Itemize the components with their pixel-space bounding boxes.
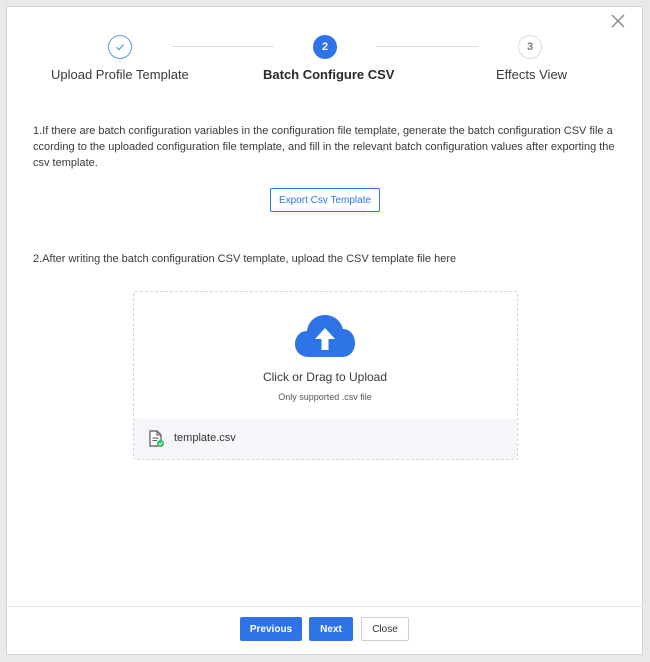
upload-title: Click or Drag to Upload (262, 370, 388, 384)
upload-hint: Only supported .csv file (278, 392, 372, 402)
step-3-circle: 3 (518, 35, 542, 59)
step-1-label: Upload Profile Template (51, 67, 189, 82)
export-csv-template-button[interactable]: Export Csv Template (270, 188, 380, 212)
step1-instructions: 1.If there are batch configuration varia… (33, 125, 615, 169)
step-3-number: 3 (526, 41, 534, 53)
step2-instructions: 2.After writing the batch configuration … (33, 253, 457, 265)
step-connector-1 (172, 46, 274, 47)
step-2-circle: 2 (313, 35, 337, 59)
cloud-upload-icon (295, 315, 355, 357)
check-icon (116, 44, 124, 51)
previous-button[interactable]: Previous (240, 617, 302, 641)
footer-divider (6, 606, 643, 607)
step-2-number: 2 (321, 41, 329, 53)
uploaded-file-name: template.csv (174, 432, 236, 444)
step-connector-2 (376, 46, 478, 47)
step-1-circle (108, 35, 132, 59)
close-icon[interactable] (610, 13, 626, 29)
step-2-label: Batch Configure CSV (263, 67, 395, 82)
next-button[interactable]: Next (309, 617, 353, 641)
csv-file-icon (149, 430, 164, 447)
close-button[interactable]: Close (361, 617, 409, 641)
step-3-label: Effects View (496, 67, 568, 82)
